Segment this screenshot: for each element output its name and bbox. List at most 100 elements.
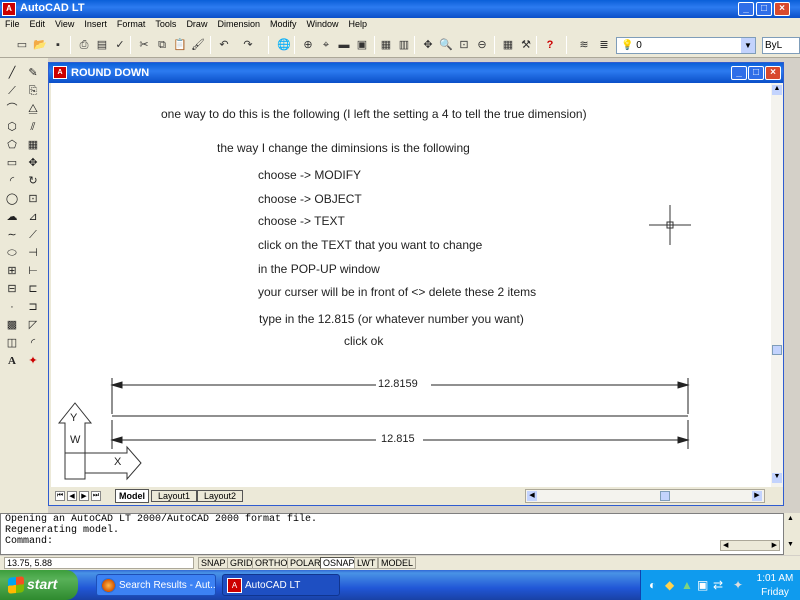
polar-toggle[interactable]: POLAR [287,557,324,569]
copy-object-icon[interactable]: ⎘ [24,82,42,100]
mirror-icon[interactable]: ⧋ [24,100,42,118]
vertical-scrollbar[interactable]: ▲ ▼ [771,83,783,487]
cut-icon[interactable]: ✂ [136,37,152,53]
make-block-icon[interactable]: ⊟ [3,280,21,298]
web-browser-icon[interactable]: 🌐 [276,37,292,53]
circle-icon[interactable]: ◯ [3,190,21,208]
drawing-close-button[interactable]: × [765,66,781,80]
tab-prev-icon[interactable]: ◀ [67,491,77,501]
offset-icon[interactable]: ⫽ [24,118,42,136]
break-icon[interactable]: ⊏ [24,280,42,298]
menu-file[interactable]: File [0,18,25,29]
scroll-right-arrow-icon[interactable]: ▶ [752,491,762,501]
explode-icon[interactable]: ✦ [24,352,42,370]
stretch-icon[interactable]: ⊿ [24,208,42,226]
tray-app-icon-1[interactable]: ◆ [665,578,674,592]
match-properties-icon[interactable]: 🖌 [190,37,206,53]
scale-icon[interactable]: ⊡ [24,190,42,208]
chamfer-icon[interactable]: ◸ [24,316,42,334]
line-icon[interactable]: ╱ [3,64,21,82]
ortho-toggle[interactable]: ORTHO [252,557,291,569]
tab-last-icon[interactable]: ⏭ [91,491,101,501]
ucs-icon[interactable]: ⌖ [318,37,334,53]
command-line-window[interactable]: Opening an AutoCAD LT 2000/AutoCAD 2000 … [0,513,784,555]
menu-tools[interactable]: Tools [150,18,181,29]
tool-icon[interactable]: ⚒ [518,37,534,53]
menu-dimension[interactable]: Dimension [212,18,265,29]
drawing-maximize-button[interactable]: □ [748,66,764,80]
tab-model[interactable]: Model [115,489,149,503]
named-views-icon[interactable]: ▣ [354,37,370,53]
cmd-scroll-up-icon[interactable]: ▲ [787,515,794,522]
pan-icon[interactable]: ✥ [420,37,436,53]
drawing-minimize-button[interactable]: _ [731,66,747,80]
break-at-point-icon[interactable]: ⊐ [24,298,42,316]
tab-next-icon[interactable]: ▶ [79,491,89,501]
tray-app-icon-3[interactable]: ▣ [697,578,708,592]
osnap-toggle[interactable]: OSNAP [320,557,358,569]
network-icon[interactable]: ⇄ [713,578,723,592]
construction-line-icon[interactable]: ⟋ [3,82,21,100]
close-button[interactable]: × [774,2,790,16]
cmd-scroll-down-icon[interactable]: ▼ [787,541,794,548]
minimize-button[interactable]: _ [738,2,754,16]
print-icon[interactable]: ⎙ [76,37,92,53]
fillet-icon[interactable]: ◜ [24,334,42,352]
spell-check-icon[interactable]: ✓ [112,37,128,53]
menu-help[interactable]: Help [344,18,373,29]
properties-icon[interactable]: ▦ [378,37,394,53]
distance-icon[interactable]: ▬ [336,37,352,53]
clock-time[interactable]: 1:01 AM [751,573,799,584]
horizontal-scrollbar[interactable]: ◀ ▶ [525,489,765,503]
dimension-text-2[interactable]: 12.815 [381,433,415,445]
layer-dropdown[interactable]: 💡 0 ▼ [616,37,756,54]
polygon-icon[interactable]: ⬡ [3,118,21,136]
zoom-window-icon[interactable]: ⊡ [456,37,472,53]
copy-icon[interactable]: ⧉ [154,37,170,53]
vertical-scroll-thumb[interactable] [772,345,782,355]
trim-icon[interactable]: ⊣ [24,244,42,262]
coordinate-readout[interactable]: 13.75, 5.88 [4,557,194,569]
array-icon[interactable]: ▦ [24,136,42,154]
help-icon[interactable]: ? [542,37,558,53]
paste-icon[interactable]: 📋 [172,37,188,53]
erase-icon[interactable]: ✎ [24,64,42,82]
drawing-icon[interactable]: A [53,66,67,79]
new-file-icon[interactable]: ▭ [14,37,30,53]
polygon-2-icon[interactable]: ⬠ [3,136,21,154]
menu-modify[interactable]: Modify [265,18,302,29]
menu-view[interactable]: View [50,18,79,29]
zoom-previous-icon[interactable]: ⊖ [474,37,490,53]
arc-icon[interactable]: ◜ [3,172,21,190]
start-button[interactable]: start [0,570,78,600]
cmd-scroll-left-icon[interactable]: ◀ [723,541,728,549]
lwt-toggle[interactable]: LWT [354,557,379,569]
chevron-down-icon[interactable]: ▼ [741,38,755,53]
layer-previous-icon[interactable]: ≣ [596,37,612,53]
task-search-results[interactable]: Search Results - Aut... [96,574,216,596]
insert-block-icon[interactable]: ⊞ [3,262,21,280]
maximize-button[interactable]: □ [756,2,772,16]
scroll-up-arrow-icon[interactable]: ▲ [772,85,782,95]
tab-layout2[interactable]: Layout2 [197,490,244,502]
dimension-text-1[interactable]: 12.8159 [378,378,418,390]
revision-cloud-icon[interactable]: ☁ [3,208,21,226]
table-icon[interactable]: ▦ [500,37,516,53]
move-icon[interactable]: ✥ [24,154,42,172]
extend-icon[interactable]: ⊢ [24,262,42,280]
spline-icon[interactable]: ∼ [3,226,21,244]
command-prompt[interactable]: Command: [1,536,783,547]
scroll-down-arrow-icon[interactable]: ▼ [772,473,782,483]
rectangle-icon[interactable]: ▭ [3,154,21,172]
tray-app-icon-2[interactable]: ▲ [681,578,693,592]
tray-app-icon-4[interactable]: ✦ [733,578,743,592]
object-snap-icon[interactable]: ⊕ [300,37,316,53]
autocad-app-icon[interactable]: A [2,2,16,16]
undo-icon[interactable]: ↶ [216,37,232,53]
lengthen-icon[interactable]: ⟋ [24,226,42,244]
redo-icon[interactable]: ↷ [240,37,256,53]
tab-layout1[interactable]: Layout1 [151,490,198,502]
command-vertical-scrollbar[interactable]: ▲ ▼ [784,513,800,555]
menu-edit[interactable]: Edit [25,18,51,29]
scroll-left-arrow-icon[interactable]: ◀ [527,491,537,501]
